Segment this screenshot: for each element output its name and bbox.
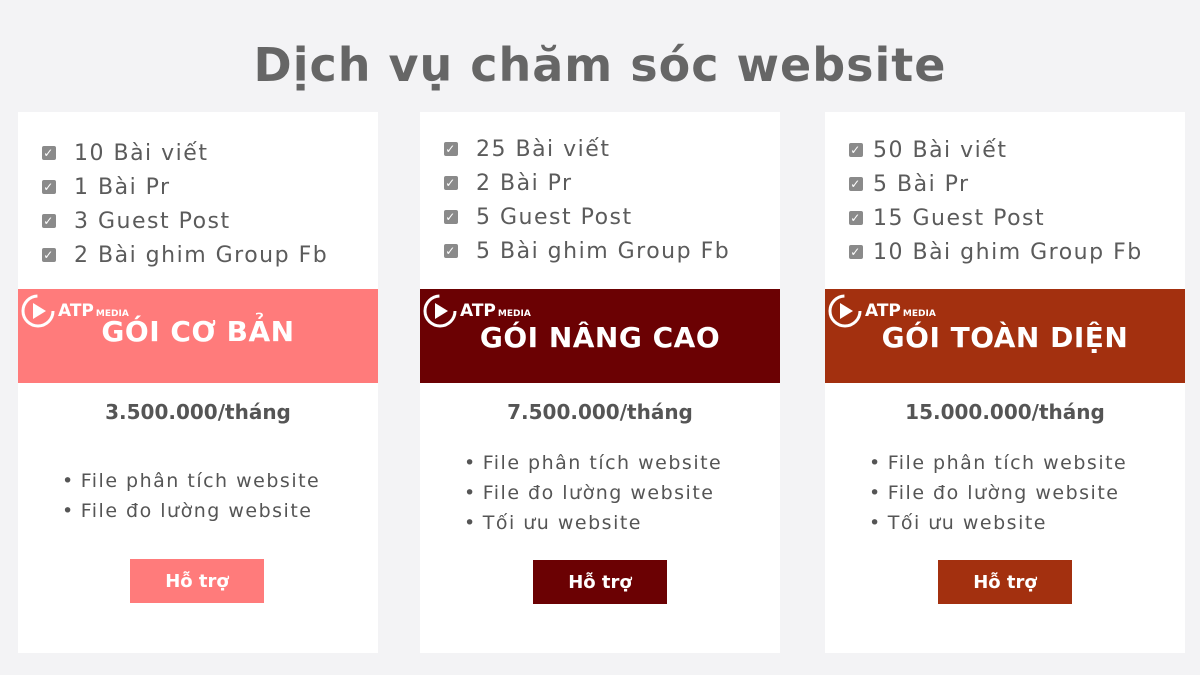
feature-item: ✓ 10 Bài viết (42, 140, 209, 166)
extras-list: File phân tích website File đo lường web… (62, 470, 320, 530)
plan-price: 3.500.000/tháng (105, 400, 291, 424)
extra-item: File đo lường website (869, 482, 1127, 512)
plan-banner: ATP MEDIA GÓI TOÀN DIỆN (825, 289, 1185, 383)
plan-banner: ATP MEDIA GÓI NÂNG CAO (420, 289, 780, 383)
feature-item: ✓ 5 Bài Pr (849, 171, 970, 197)
checkbox-icon: ✓ (42, 146, 56, 160)
checkbox-icon: ✓ (42, 214, 56, 228)
checkbox-icon: ✓ (849, 143, 863, 157)
feature-item: ✓ 1 Bài Pr (42, 174, 171, 200)
plan-name: GÓI CƠ BẢN (101, 315, 295, 348)
extra-item: File phân tích website (869, 452, 1127, 482)
extras-list: File phân tích website File đo lường web… (869, 452, 1127, 542)
feature-list: ✓ 10 Bài viết ✓ 1 Bài Pr ✓ 3 Guest Post ✓ 2 … (42, 136, 328, 272)
feature-item: ✓ 15 Guest Post (849, 205, 1046, 231)
extra-item: File phân tích website (464, 452, 722, 482)
support-button[interactable]: Hỗ trợ (533, 560, 667, 604)
support-button[interactable]: Hỗ trợ (938, 560, 1072, 604)
feature-item: ✓ 50 Bài viết (849, 137, 1008, 163)
checkbox-icon: ✓ (444, 244, 458, 258)
extras-list: File phân tích website File đo lường web… (464, 452, 722, 542)
extra-item: File phân tích website (62, 470, 320, 500)
feature-list: ✓ 50 Bài viết ✓ 5 Bài Pr ✓ 15 Guest Post ✓ 1… (849, 133, 1143, 269)
plan-price: 15.000.000/tháng (905, 400, 1105, 424)
checkbox-icon: ✓ (42, 248, 56, 262)
feature-item: ✓ 25 Bài viết (444, 136, 611, 162)
checkbox-icon: ✓ (849, 177, 863, 191)
feature-item: ✓ 5 Guest Post (444, 204, 633, 230)
extra-item: File đo lường website (62, 500, 320, 530)
checkbox-icon: ✓ (444, 210, 458, 224)
plan-name: GÓI TOÀN DIỆN (881, 321, 1129, 354)
page-title: Dịch vụ chăm sóc website (253, 38, 947, 92)
feature-list: ✓ 25 Bài viết ✓ 2 Bài Pr ✓ 5 Guest Post ✓ 5 … (444, 132, 730, 268)
checkbox-icon: ✓ (444, 176, 458, 190)
plan-name: GÓI NÂNG CAO (479, 321, 721, 354)
extra-item: File đo lường website (464, 482, 722, 512)
checkbox-icon: ✓ (444, 142, 458, 156)
plan-price: 7.500.000/tháng (507, 400, 693, 424)
plan-banner: ATP MEDIA GÓI CƠ BẢN (18, 289, 378, 383)
feature-item: ✓ 5 Bài ghim Group Fb (444, 238, 731, 264)
extra-item: Tối ưu website (464, 512, 722, 542)
pricing-card-basic: ✓ 10 Bài viết ✓ 1 Bài Pr ✓ 3 Guest Post ✓ 2 … (18, 112, 378, 653)
support-button[interactable]: Hỗ trợ (130, 559, 264, 603)
checkbox-icon: ✓ (849, 245, 863, 259)
pricing-card-full: ✓ 50 Bài viết ✓ 5 Bài Pr ✓ 15 Guest Post ✓ 1… (825, 112, 1185, 653)
checkbox-icon: ✓ (849, 211, 863, 225)
extra-item: Tối ưu website (869, 512, 1127, 542)
feature-item: ✓ 10 Bài ghim Group Fb (849, 239, 1143, 265)
feature-item: ✓ 2 Bài ghim Group Fb (42, 242, 329, 268)
pricing-card-advanced: ✓ 25 Bài viết ✓ 2 Bài Pr ✓ 5 Guest Post ✓ 5 … (420, 112, 780, 653)
feature-item: ✓ 3 Guest Post (42, 208, 231, 234)
checkbox-icon: ✓ (42, 180, 56, 194)
feature-item: ✓ 2 Bài Pr (444, 170, 573, 196)
